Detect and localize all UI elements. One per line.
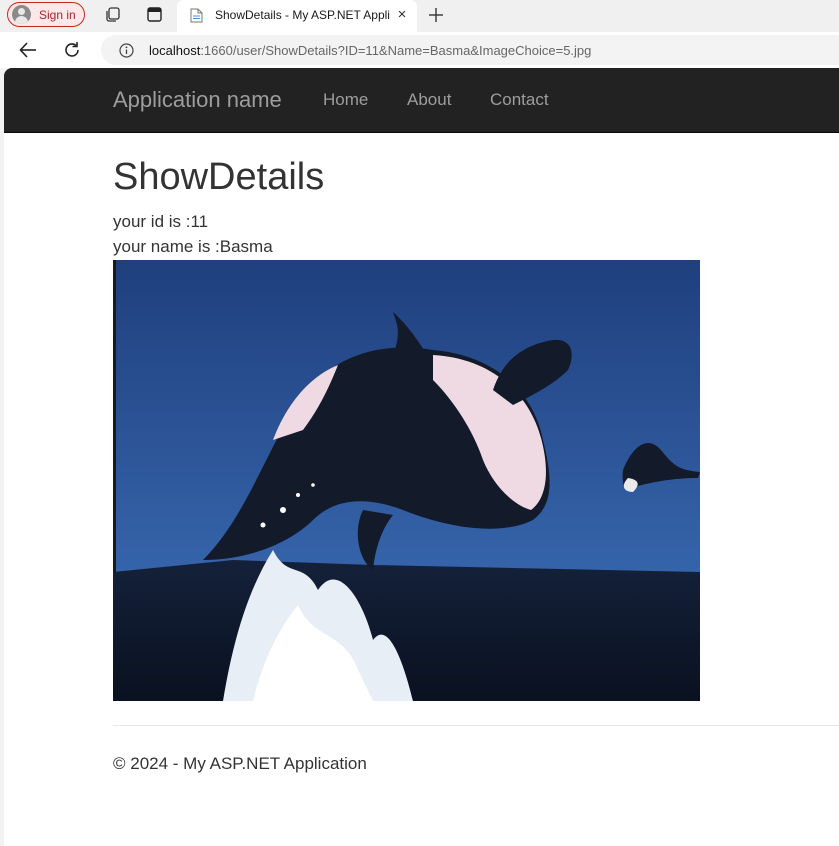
tab-showdetails[interactable]: ShowDetails - My ASP.NET Appli × <box>177 0 417 32</box>
nav-home-link[interactable]: Home <box>323 90 368 110</box>
collections-icon[interactable] <box>104 6 121 23</box>
sign-in-button[interactable]: Sign in <box>7 2 85 27</box>
url-path: :1660/user/ShowDetails?ID=11&Name=Basma&… <box>200 43 592 58</box>
back-arrow-icon[interactable] <box>18 40 38 60</box>
close-icon[interactable]: × <box>394 6 410 24</box>
page-favicon <box>190 8 203 23</box>
address-bar[interactable]: localhost:1660/user/ShowDetails?ID=11&Na… <box>101 35 839 65</box>
name-line: your name is :Basma <box>113 237 273 256</box>
id-line: your id is :11 <box>113 212 209 231</box>
sign-in-label: Sign in <box>39 8 76 22</box>
url-text: localhost:1660/user/ShowDetails?ID=11&Na… <box>149 43 591 58</box>
site-navbar: Application name Home About Contact <box>4 68 839 133</box>
url-host: localhost <box>149 43 201 58</box>
tab-title: ShowDetails - My ASP.NET Appli <box>215 8 390 22</box>
footer-text: © 2024 - My ASP.NET Application <box>113 754 367 773</box>
nav-about-link[interactable]: About <box>407 90 451 110</box>
orca-photo <box>113 260 700 701</box>
brand-link[interactable]: Application name <box>113 87 282 113</box>
page-viewport: Application name Home About Contact Show… <box>4 68 839 846</box>
nav-contact-link[interactable]: Contact <box>490 90 549 110</box>
refresh-icon[interactable] <box>62 40 82 60</box>
browser-tab-bar: Sign in ShowDetails - My ASP.NET Appli × <box>0 0 839 32</box>
person-icon <box>12 5 31 24</box>
page-title: ShowDetails <box>113 156 325 198</box>
plus-icon[interactable] <box>426 5 446 25</box>
browser-toolbar: localhost:1660/user/ShowDetails?ID=11&Na… <box>0 32 839 68</box>
footer-divider <box>113 725 839 726</box>
info-icon[interactable] <box>119 43 134 58</box>
tab-actions-icon[interactable] <box>146 6 163 23</box>
